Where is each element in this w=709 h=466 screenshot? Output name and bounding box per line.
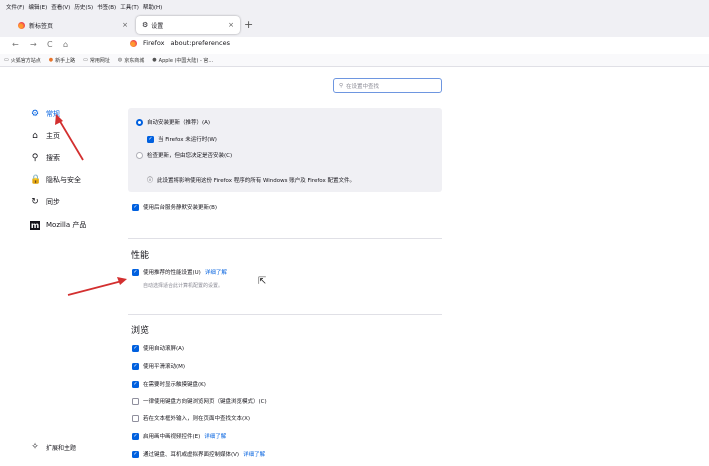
red-arrow-to-general [57, 117, 84, 161]
red-arrow-to-performance [67, 280, 123, 296]
annotation-arrows [55, 114, 127, 296]
arrowhead [117, 277, 127, 285]
